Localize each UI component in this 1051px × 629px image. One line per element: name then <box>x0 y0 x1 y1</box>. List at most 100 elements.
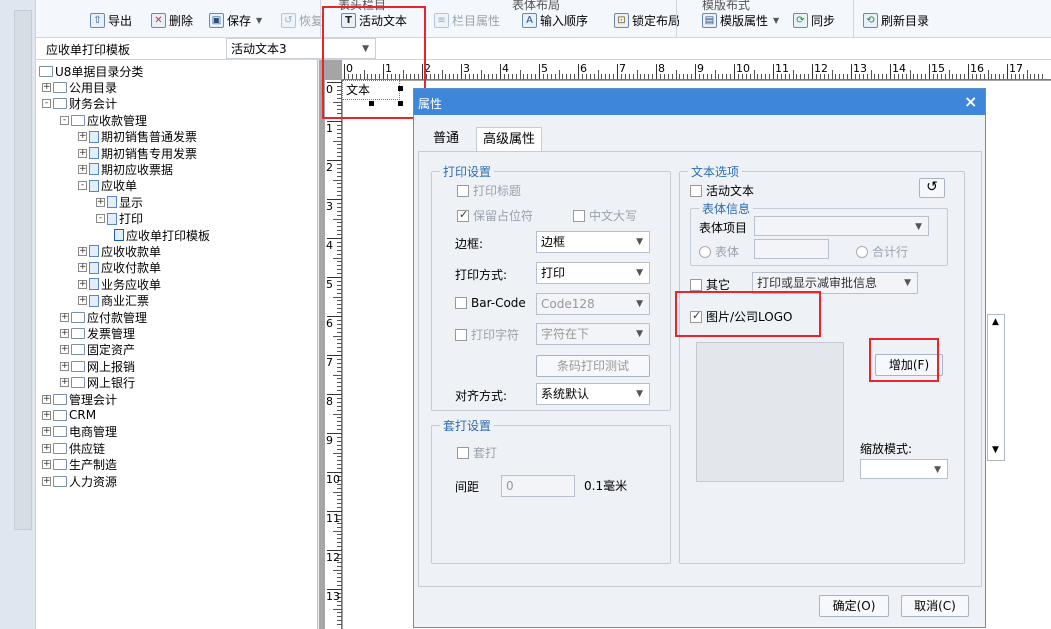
spacing-input[interactable]: 0 <box>501 475 575 497</box>
print-mode-select[interactable]: 打印 ▼ <box>536 262 650 284</box>
tree-item[interactable]: + 公用目录 <box>42 79 117 95</box>
barcode-test-button[interactable]: 条码打印测试 <box>536 355 650 377</box>
collapse-icon[interactable]: - <box>60 115 69 125</box>
tree-item[interactable]: + 显示 <box>96 194 143 210</box>
expand-icon[interactable]: + <box>60 328 69 338</box>
tree-item[interactable]: - 应收单 <box>78 178 137 194</box>
print-chars-option[interactable]: 打印字符 <box>455 326 519 343</box>
expand-icon[interactable]: + <box>60 312 69 322</box>
expand-icon[interactable]: + <box>78 132 87 142</box>
tree-item[interactable]: + 电商管理 <box>42 424 117 440</box>
border-select[interactable]: 边框 ▼ <box>536 231 650 253</box>
export-button[interactable]: ⇧ 导出 <box>90 10 132 30</box>
tree-item[interactable]: + 发票管理 <box>60 325 135 341</box>
barcode-select[interactable]: Code128 ▼ <box>536 293 650 315</box>
tree-item[interactable]: + 固定资产 <box>60 342 135 358</box>
align-select[interactable]: 系统默认 ▼ <box>536 383 650 405</box>
body-radio-option[interactable]: 表体 <box>699 243 739 260</box>
other-checkbox[interactable] <box>690 278 702 291</box>
expand-icon[interactable]: + <box>42 82 51 92</box>
tab-normal[interactable]: 普通 <box>427 127 465 151</box>
column-props-button[interactable]: ≡ 栏目属性 <box>434 10 500 30</box>
tree-item[interactable]: + 供应链 <box>42 440 105 456</box>
ok-button[interactable]: 确定(O) <box>819 595 889 617</box>
input-order-button[interactable]: A 输入顺序 <box>522 10 588 30</box>
print-title-option[interactable]: 打印标题 <box>457 182 521 199</box>
tree-item[interactable]: + 网上银行 <box>60 375 135 391</box>
body-value-input[interactable] <box>754 239 829 259</box>
collapse-icon[interactable]: - <box>96 214 105 224</box>
expand-icon[interactable]: + <box>78 296 87 306</box>
print-chars-checkbox[interactable] <box>455 328 467 341</box>
overlay-checkbox[interactable] <box>457 446 469 459</box>
expand-icon[interactable]: + <box>42 394 51 404</box>
tree-item[interactable]: + 期初应收票据 <box>78 161 173 177</box>
tree-item[interactable]: + 应收付款单 <box>78 260 161 276</box>
expand-icon[interactable]: + <box>78 246 87 256</box>
tree-item[interactable]: + 期初销售普通发票 <box>78 129 197 145</box>
tree-item[interactable]: + 应付款管理 <box>60 309 147 325</box>
tree-item[interactable]: + 业务应收单 <box>78 276 161 292</box>
tree-item[interactable]: + 商业汇票 <box>78 293 149 309</box>
cancel-button[interactable]: 取消(C) <box>901 595 969 617</box>
sync-button[interactable]: ⟳ 同步 <box>793 10 835 30</box>
barcode-option[interactable]: Bar-Code <box>455 296 526 310</box>
list-scrollbar[interactable]: ▲ ▼ <box>987 314 1005 461</box>
refresh-dir-button[interactable]: ⟲ 刷新目录 <box>863 10 929 30</box>
expand-icon[interactable]: + <box>42 410 51 420</box>
total-row-radio[interactable] <box>856 245 868 258</box>
collapse-icon[interactable]: - <box>78 181 87 191</box>
tab-advanced[interactable]: 高级属性 <box>476 127 543 152</box>
tree-item[interactable]: + 人力资源 <box>42 473 117 489</box>
tree-item[interactable]: - 财务会计 <box>42 96 117 112</box>
overlay-option[interactable]: 套打 <box>457 444 497 461</box>
tree-item[interactable]: - 打印 <box>96 211 143 227</box>
refresh-icon[interactable]: ↺ <box>919 178 945 198</box>
scale-mode-select[interactable]: ▼ <box>860 459 948 479</box>
expand-icon[interactable]: + <box>60 378 69 388</box>
tree-item[interactable]: + CRM <box>42 407 96 423</box>
tree-item[interactable]: U8单据目录分类 <box>39 63 143 79</box>
barcode-checkbox[interactable] <box>455 297 467 309</box>
print-chars-select[interactable]: 字符在下 ▼ <box>536 323 650 345</box>
left-scrollbar[interactable] <box>14 10 32 530</box>
lock-layout-button[interactable]: ⊡ 锁定布局 <box>614 10 680 30</box>
template-props-dropdown-icon[interactable]: ▼ <box>773 16 779 25</box>
expand-icon[interactable]: + <box>78 164 87 174</box>
expand-icon[interactable]: + <box>42 460 51 470</box>
active-text-option[interactable]: 活动文本 <box>690 182 754 199</box>
expand-icon[interactable]: + <box>78 148 87 158</box>
tree-item[interactable]: + 生产制造 <box>42 457 117 473</box>
keep-placeholder-checkbox[interactable] <box>457 208 469 222</box>
expand-icon[interactable]: + <box>42 476 51 486</box>
delete-button[interactable]: ✕ 删除 <box>151 10 193 30</box>
keep-placeholder-option[interactable]: 保留占位符 <box>457 207 533 224</box>
tree-item[interactable]: - 应收款管理 <box>60 112 147 128</box>
expand-icon[interactable]: + <box>96 197 105 207</box>
tree-item[interactable]: + 网上报销 <box>60 358 135 374</box>
expand-icon[interactable]: + <box>42 443 51 453</box>
active-text-checkbox[interactable] <box>690 184 702 197</box>
save-button[interactable]: ▣ 保存 ▼ <box>209 10 262 30</box>
expand-icon[interactable]: + <box>60 345 69 355</box>
ruler-tick-label: 12 <box>814 62 828 75</box>
tree-item[interactable]: 应收单打印模板 <box>114 227 210 243</box>
total-row-option[interactable]: 合计行 <box>856 243 908 260</box>
collapse-icon[interactable]: - <box>42 99 51 109</box>
expand-icon[interactable]: + <box>60 361 69 371</box>
expand-icon[interactable]: + <box>78 279 87 289</box>
chinese-upper-checkbox[interactable] <box>573 209 585 222</box>
save-dropdown-icon[interactable]: ▼ <box>256 16 262 25</box>
print-title-checkbox[interactable] <box>457 184 469 197</box>
expand-icon[interactable]: + <box>42 427 51 437</box>
restore-button[interactable]: ↺ 恢复 <box>281 10 323 30</box>
tree-item[interactable]: + 管理会计 <box>42 391 117 407</box>
close-icon[interactable]: × <box>964 92 977 111</box>
body-item-select[interactable]: ▼ <box>754 216 929 236</box>
chinese-upper-option[interactable]: 中文大写 <box>573 207 637 224</box>
expand-icon[interactable]: + <box>78 263 87 273</box>
tree-item[interactable]: + 应收收款单 <box>78 243 161 259</box>
body-radio[interactable] <box>699 245 711 258</box>
tree-item[interactable]: + 期初销售专用发票 <box>78 145 197 161</box>
template-props-button[interactable]: ▤ 模版属性 ▼ <box>702 10 779 30</box>
